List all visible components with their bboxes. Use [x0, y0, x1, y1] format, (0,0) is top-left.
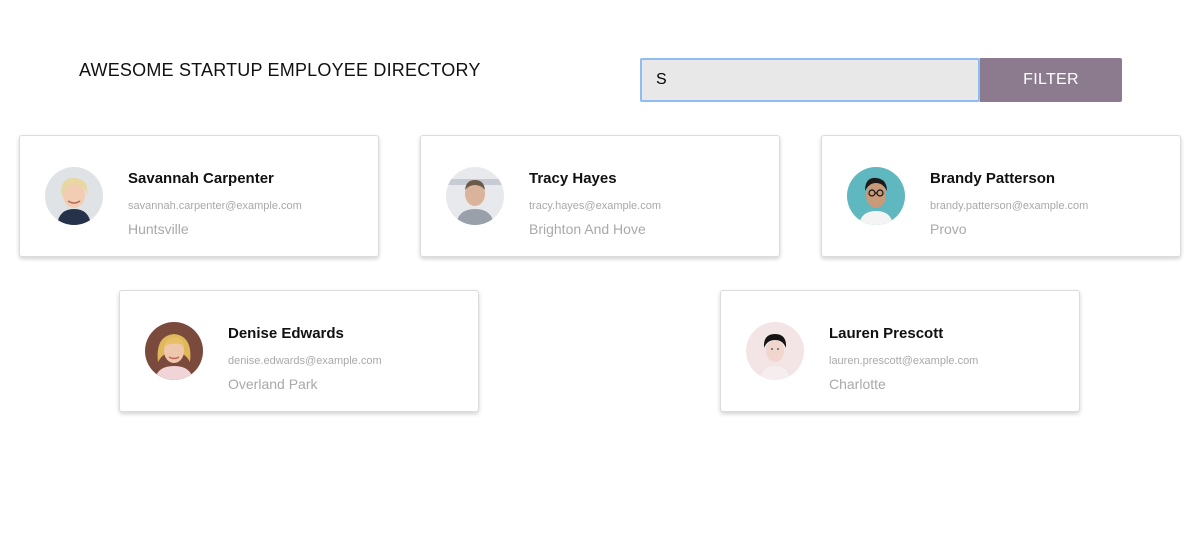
- search-form: FILTER: [640, 58, 1122, 102]
- employee-name: Savannah Carpenter: [128, 170, 274, 187]
- employee-card[interactable]: Brandy Patterson brandy.patterson@exampl…: [821, 135, 1181, 257]
- employee-email: tracy.hayes@example.com: [529, 200, 662, 212]
- employee-name: Brandy Patterson: [930, 170, 1056, 187]
- filter-button[interactable]: FILTER: [980, 58, 1122, 102]
- page-title: AWESOME STARTUP EMPLOYEE DIRECTORY: [79, 60, 481, 80]
- woman-blonde-short-hair-avatar: [45, 167, 103, 225]
- employee-email: lauren.prescott@example.com: [829, 355, 979, 367]
- employee-card[interactable]: Lauren Prescott lauren.prescott@example.…: [720, 290, 1080, 412]
- employee-city: Charlotte: [829, 376, 886, 392]
- search-input[interactable]: [640, 58, 980, 102]
- employee-card[interactable]: Savannah Carpenter savannah.carpenter@ex…: [19, 135, 379, 257]
- employee-city: Provo: [930, 221, 967, 237]
- employee-city: Overland Park: [228, 376, 318, 392]
- man-dark-hair-light-background-avatar: [746, 322, 804, 380]
- employee-name: Tracy Hayes: [529, 170, 617, 187]
- employee-card[interactable]: Tracy Hayes tracy.hayes@example.com Brig…: [420, 135, 780, 257]
- woman-glasses-teal-background-avatar: [847, 167, 905, 225]
- woman-blonde-long-hair-avatar: [145, 322, 203, 380]
- man-short-hair-avatar: [446, 167, 504, 225]
- employee-city: Brighton And Hove: [529, 221, 646, 237]
- employee-name: Lauren Prescott: [829, 325, 944, 342]
- employee-email: savannah.carpenter@example.com: [128, 200, 302, 212]
- employee-email: brandy.patterson@example.com: [930, 200, 1089, 212]
- employee-directory-page: AWESOME STARTUP EMPLOYEE DIRECTORY FILTE…: [0, 0, 1200, 550]
- employee-card[interactable]: Denise Edwards denise.edwards@example.co…: [119, 290, 479, 412]
- employee-city: Huntsville: [128, 221, 189, 237]
- employee-name: Denise Edwards: [228, 325, 344, 342]
- employee-email: denise.edwards@example.com: [228, 355, 382, 367]
